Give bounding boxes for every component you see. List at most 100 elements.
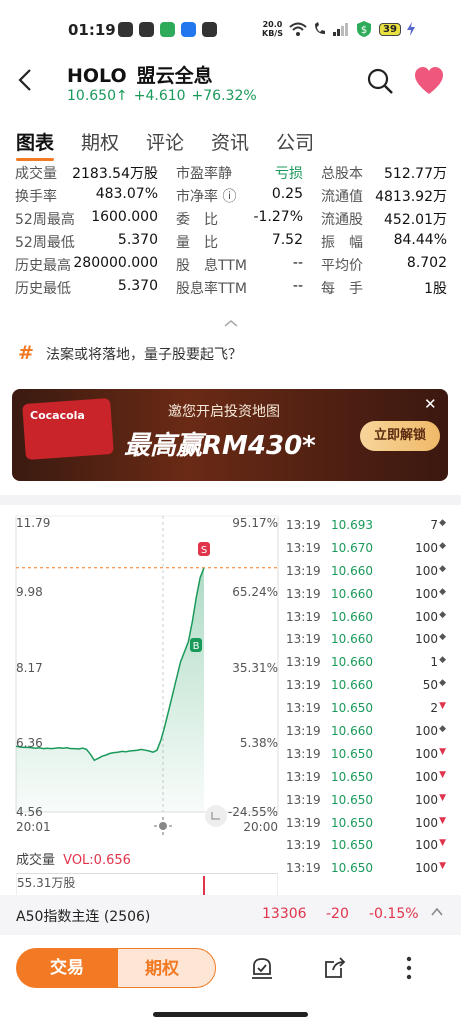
home-indicator[interactable]	[153, 1012, 308, 1017]
wifi-icon	[289, 22, 307, 36]
tab-chart[interactable]: 图表	[16, 128, 55, 161]
index-name: A50指数主连 (2506)	[16, 909, 151, 925]
more-options-icon[interactable]	[395, 954, 423, 982]
stats-row: 换手率 483.07% 市净率 ⓘ 0.25 流通值 4813.92万	[15, 186, 447, 209]
tab-news[interactable]: 资讯	[211, 128, 249, 155]
promo-card-text: Cocacola	[30, 409, 85, 422]
trade-time: 13:19	[286, 655, 321, 670]
trade-volume: 100	[415, 586, 438, 601]
stat-value: 7.52	[271, 232, 303, 248]
stock-quote: 10.650↑ +4.610 +76.32%	[67, 88, 263, 104]
back-arrow-icon[interactable]	[12, 66, 40, 94]
sell-marker[interactable]: S	[198, 542, 210, 556]
trade-price: 10.660	[331, 632, 373, 647]
stat-value: 5.370	[117, 232, 158, 248]
buy-marker[interactable]: B	[190, 638, 202, 652]
trade-time: 13:19	[286, 861, 321, 876]
status-time: 01:19	[68, 21, 116, 39]
trade-direction-icon: ▼	[439, 861, 446, 872]
trade-volume: 100	[415, 746, 438, 761]
stock-name: 盟云全息	[136, 65, 213, 87]
price-alert-icon[interactable]	[248, 954, 276, 982]
price-area	[16, 567, 204, 812]
trade-time: 13:19	[286, 518, 321, 532]
promo-banner[interactable]: Cocacola 邀您开启投资地图 最高赢RM430* 立即解锁 ✕	[12, 389, 448, 481]
stat-value: 4813.92万	[375, 189, 447, 205]
stats-row: 历史最高 280000.000 股 息TTM -- 平均价 8.702	[15, 255, 447, 278]
favorite-heart-icon[interactable]	[413, 66, 445, 96]
trade-volume: 50	[422, 678, 438, 693]
trade-row: 13:19 10.650 100 ▼	[286, 770, 446, 793]
stat-value: -1.27%	[253, 209, 303, 225]
stat-label: 流通值	[321, 189, 363, 205]
y-label-left-0: 11.79	[16, 516, 51, 530]
trade-direction-icon: ◆	[439, 518, 446, 528]
y-label-left-4: 4.56	[16, 805, 43, 819]
volume-bar	[203, 876, 205, 896]
status-right: 20.0 KB/S $ 39	[262, 20, 415, 38]
stat-label: 股 息TTM	[176, 258, 247, 274]
stat-label: 成交量	[15, 166, 57, 182]
y-label-right-2: 35.31%	[232, 661, 278, 675]
y-label-left-1: 9.98	[16, 585, 43, 599]
facebook-icon	[118, 22, 133, 37]
time-and-sales: 13:19 10.693 7 ◆ 13:19 10.670 100 ◆ 13:19 10.660 1…	[286, 518, 446, 884]
trade-price: 10.650	[331, 746, 373, 761]
volume-label: 成交量	[16, 853, 56, 868]
stat-value: 452.01万	[384, 212, 447, 228]
topic-text: 法案或将落地，量子股要起飞？	[46, 347, 242, 363]
trade-time: 13:19	[286, 678, 321, 693]
stat-value: 2183.54万股	[72, 166, 158, 182]
trade-volume: 100	[415, 609, 438, 624]
trade-volume: 7	[430, 518, 438, 532]
trade-time: 13:19	[286, 838, 321, 853]
trade-time: 13:19	[286, 792, 321, 807]
trade-price: 10.660	[331, 586, 373, 601]
status-bar: 01:19 20.0 KB/S $ 39	[0, 0, 461, 58]
stat-value: 5.370	[117, 278, 158, 294]
trade-time: 13:19	[286, 609, 321, 624]
y-label-left-2: 8.17	[16, 661, 43, 675]
trade-button[interactable]: 交易	[16, 948, 118, 988]
stat-value: 280000.000	[73, 255, 158, 271]
expand-chevron-icon[interactable]	[430, 905, 444, 919]
trade-volume: 100	[415, 815, 438, 830]
stock-title: HOLO 盟云全息	[67, 61, 223, 88]
trade-row: 13:19 10.660 100 ◆	[286, 610, 446, 633]
collapse-chevron-icon[interactable]	[222, 318, 240, 328]
stat-label: 量 比	[176, 235, 218, 251]
intraday-chart[interactable]: S B 11.79 9.98 8.17 6.36 4.56 95.17% 65.…	[0, 510, 285, 869]
stats-row: 52周最低 5.370 量 比 7.52 振 幅 84.44%	[15, 232, 447, 255]
stock-price: 10.650	[67, 88, 116, 104]
charging-icon	[406, 22, 415, 36]
trade-row: 13:19 10.660 100 ◆	[286, 632, 446, 655]
stat-label: 历史最低	[15, 281, 71, 297]
app-icon-2	[181, 22, 196, 37]
network-speed: 20.0 KB/S	[262, 20, 283, 38]
stock-change: +4.610	[133, 88, 186, 104]
bottom-action-bar: 期权 交易	[0, 938, 461, 1008]
tab-comments[interactable]: 评论	[146, 128, 184, 155]
trade-direction-icon: ◆	[439, 724, 446, 735]
sell-marker-label: S	[201, 545, 207, 556]
y-label-right-1: 65.24%	[232, 585, 278, 599]
trade-row: 13:19 10.660 50 ◆	[286, 678, 446, 701]
stock-header: HOLO 盟云全息 10.650↑ +4.610 +76.32%	[0, 58, 461, 113]
share-icon[interactable]	[321, 954, 349, 982]
topic-link[interactable]: # 法案或将落地，量子股要起飞？	[0, 336, 461, 372]
trade-direction-icon: ◆	[439, 586, 446, 597]
options-button[interactable]: 期权	[108, 948, 216, 988]
trade-price: 10.660	[331, 655, 373, 670]
tab-company[interactable]: 公司	[276, 128, 314, 155]
index-ticker-bar[interactable]: A50指数主连 (2506) 13306 -20 -0.15%	[0, 895, 461, 935]
unlock-button[interactable]: 立即解锁	[360, 421, 440, 451]
search-icon[interactable]	[365, 66, 395, 96]
stat-value: 1600.000	[91, 209, 158, 225]
trade-row: 13:19 10.670 100 ◆	[286, 541, 446, 564]
close-icon[interactable]: ✕	[424, 395, 437, 413]
trade-direction-icon: ◆	[439, 540, 446, 551]
trade-price: 10.650	[331, 838, 373, 853]
trade-volume: 100	[415, 540, 438, 555]
trade-row: 13:19 10.660 100 ◆	[286, 564, 446, 587]
tab-options[interactable]: 期权	[81, 128, 119, 155]
